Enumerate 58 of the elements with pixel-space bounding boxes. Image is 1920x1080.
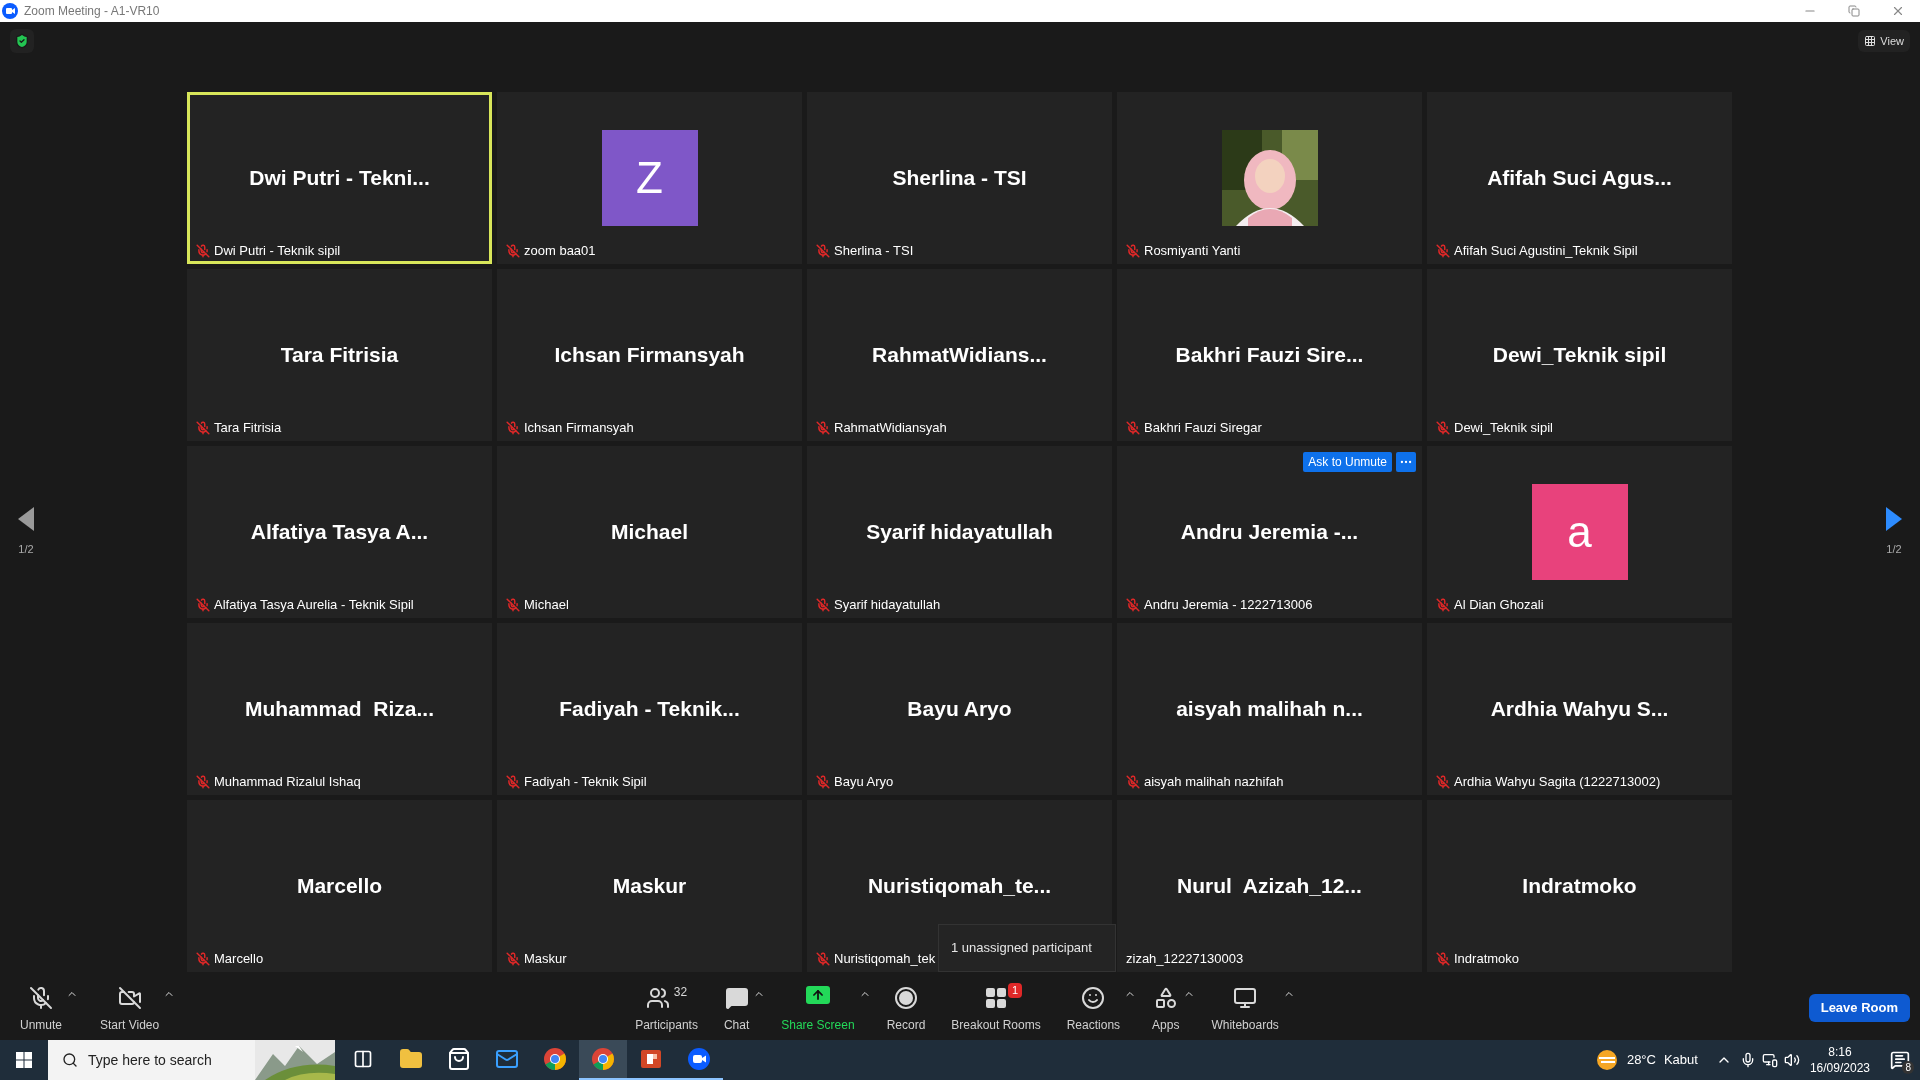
participant-label: Maskur bbox=[524, 950, 567, 969]
participant-name: Sherlina - TSI bbox=[892, 165, 1027, 192]
participant-label: Bayu Aryo bbox=[834, 773, 894, 792]
participant-name: Bayu Aryo bbox=[907, 696, 1012, 723]
participant-label: Alfatiya Tasya Aurelia - Teknik Sipil bbox=[214, 596, 414, 615]
participant-label: Muhammad Rizalul Ishaq bbox=[214, 773, 361, 792]
participant-name: Nurul Azizah_12... bbox=[1177, 873, 1362, 900]
participant-name: RahmatWidians... bbox=[872, 342, 1047, 369]
notification-badge: 1 bbox=[1007, 982, 1022, 998]
participant-name: Dwi Putri - Tekni... bbox=[249, 165, 430, 192]
participant-name: Muhammad Riza... bbox=[245, 696, 434, 723]
participant-label: Ichsan Firmansyah bbox=[524, 419, 634, 438]
participant-name: Tara Fitrisia bbox=[280, 342, 399, 369]
participant-name: Maskur bbox=[612, 873, 687, 900]
participant-name: aisyah malihah n... bbox=[1176, 696, 1363, 723]
participant-name: Indratmoko bbox=[1522, 873, 1637, 900]
participant-name: Bakhri Fauzi Sire... bbox=[1175, 342, 1364, 369]
participant-label: Fadiyah - Teknik Sipil bbox=[524, 773, 647, 792]
participant-label: Dwi Putri - Teknik sipil bbox=[214, 242, 341, 261]
participant-label: Nuristiqomah_tek bbox=[834, 950, 936, 969]
participant-label: zoom baa01 bbox=[524, 242, 596, 261]
participant-label: zizah_12227130003 bbox=[1126, 950, 1244, 969]
participant-name: Syarif hidayatullah bbox=[866, 519, 1053, 546]
participant-label: Michael bbox=[524, 596, 569, 615]
participant-count: 32 bbox=[673, 985, 688, 998]
participant-label: Syarif hidayatullah bbox=[834, 596, 941, 615]
participant-name: Ardhia Wahyu S... bbox=[1490, 696, 1669, 723]
participant-label: RahmatWidiansyah bbox=[834, 419, 947, 438]
temperature: 28°C bbox=[1626, 1051, 1656, 1070]
clock-time: 8:16 bbox=[1828, 1044, 1852, 1060]
participant-name: Alfatiya Tasya A... bbox=[250, 519, 429, 546]
clock-date: 16/09/2023 bbox=[1809, 1060, 1870, 1076]
participant-label: Bakhri Fauzi Siregar bbox=[1144, 419, 1262, 438]
weather-condition: Kabut bbox=[1663, 1051, 1698, 1070]
participant-label: Dewi_Teknik sipil bbox=[1454, 419, 1553, 438]
participant-name: Dewi_Teknik sipil bbox=[1492, 342, 1667, 369]
participant-label: Sherlina - TSI bbox=[834, 242, 914, 261]
participant-name: Nuristiqomah_te... bbox=[867, 873, 1052, 900]
participant-label: Indratmoko bbox=[1454, 950, 1520, 969]
participant-label: Afifah Suci Agustini_Teknik Sipil bbox=[1454, 242, 1638, 261]
participant-label: Al Dian Ghozali bbox=[1454, 596, 1544, 615]
participant-label: Tara Fitrisia bbox=[214, 419, 282, 438]
window-title: Zoom Meeting - A1-VR10 bbox=[24, 3, 160, 20]
participant-name: Afifah Suci Agus... bbox=[1487, 165, 1672, 192]
notification-count: 8 bbox=[1902, 1061, 1914, 1074]
participant-name: Fadiyah - Teknik... bbox=[559, 696, 740, 723]
participant-name: Michael bbox=[611, 519, 688, 546]
avatar: a bbox=[1531, 484, 1628, 580]
tooltip: 1 unassigned participant bbox=[938, 924, 1116, 972]
participant-name: Marcello bbox=[296, 873, 383, 900]
participant-label: aisyah malihah nazhifah bbox=[1144, 773, 1284, 792]
participant-label: Ardhia Wahyu Sagita (1222713002) bbox=[1454, 773, 1661, 792]
participant-name: Andru Jeremia -... bbox=[1180, 519, 1359, 546]
participant-label: Andru Jeremia - 1222713006 bbox=[1144, 596, 1313, 615]
participant-label: Marcello bbox=[214, 950, 264, 969]
participant-label: Rosmiyanti Yanti bbox=[1144, 242, 1241, 261]
avatar: Z bbox=[601, 130, 698, 226]
participant-name: Ichsan Firmansyah bbox=[554, 342, 745, 369]
